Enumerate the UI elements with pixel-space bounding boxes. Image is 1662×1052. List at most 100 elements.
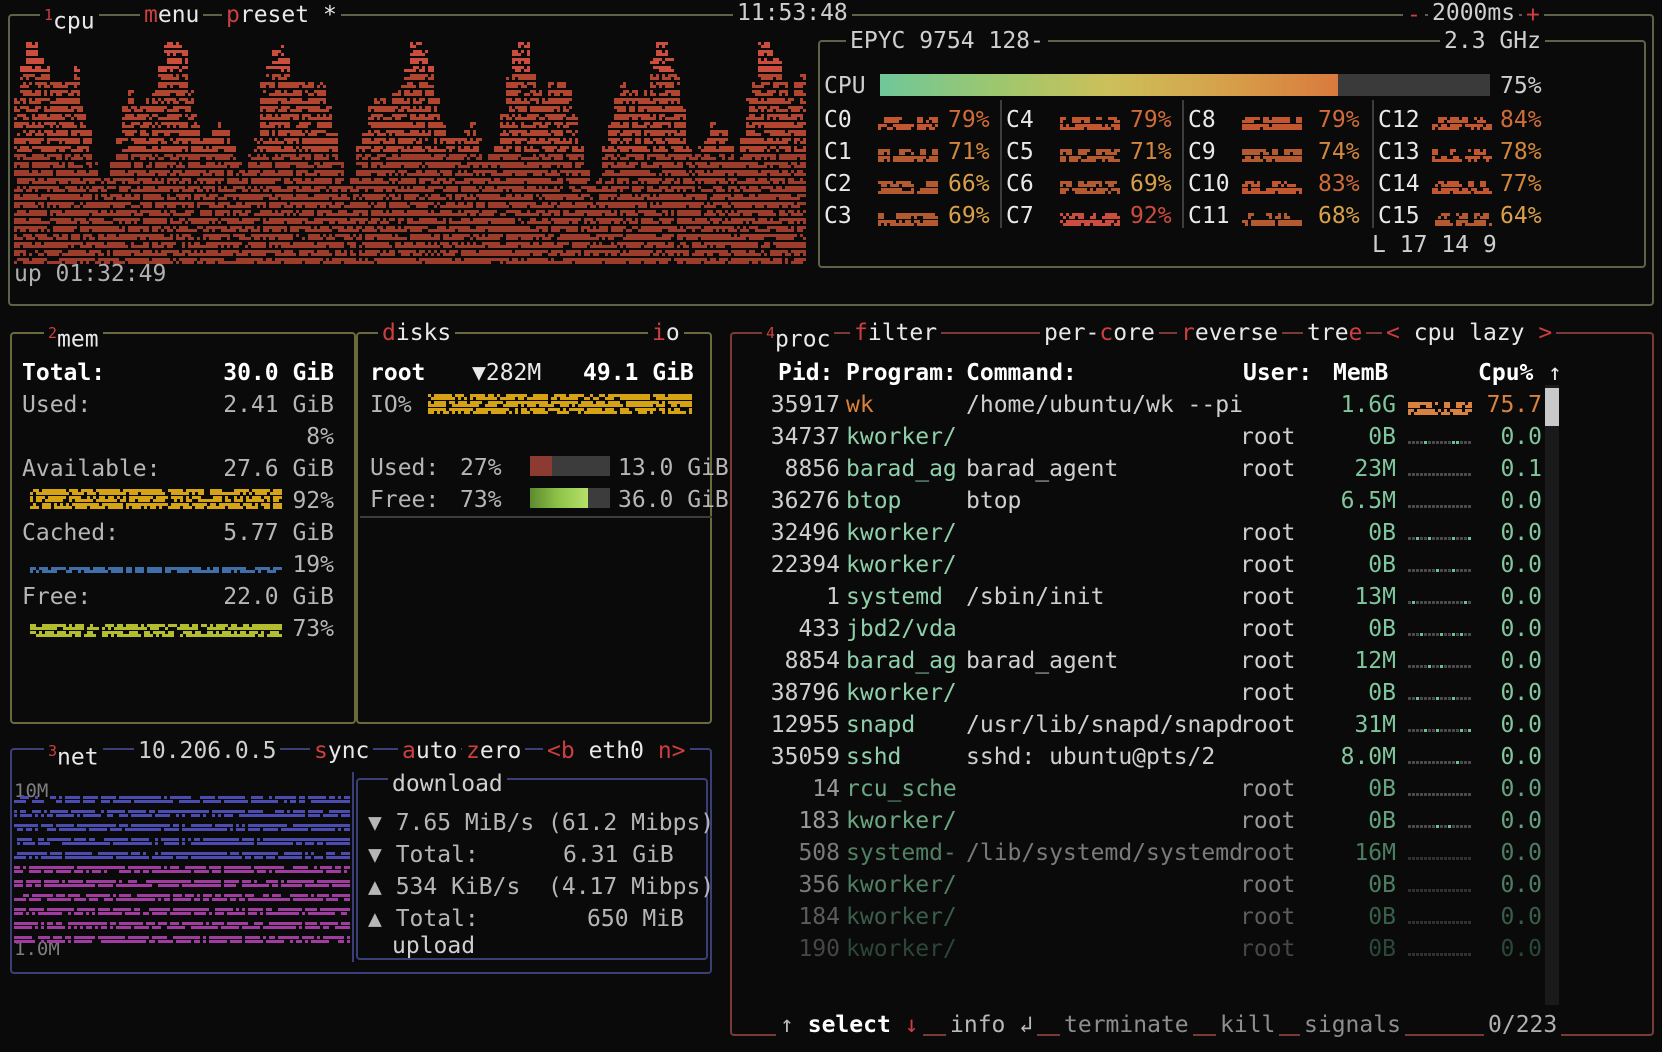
proc-panel-title[interactable]: 4proc — [762, 322, 835, 352]
cpu-core-graph-c14 — [1432, 174, 1494, 194]
cpu-panel-title[interactable]: 1cpu — [40, 4, 99, 34]
disks-io-toggle[interactable]: io — [648, 322, 684, 345]
proc-mem: 6.5M — [1340, 488, 1396, 514]
proc-cpu-percent: 0.0 — [1500, 904, 1542, 930]
proc-pid: 34737 — [770, 424, 840, 450]
cpu-core-label-c0: C0 — [824, 107, 852, 133]
proc-program: kworker/ — [846, 680, 957, 706]
net-download-label: download — [388, 773, 507, 796]
proc-program: snapd — [846, 712, 916, 738]
proc-cpu-percent: 75.7 — [1486, 392, 1542, 418]
proc-command: /home/ubuntu/wk --pi — [966, 392, 1243, 418]
cpu-preset-button[interactable]: preset * — [222, 4, 341, 27]
net-download-rate: ▼ 7.65 MiB/s (61.2 Mibps) — [368, 810, 715, 836]
cpu-core-percent-c0: 79% — [948, 107, 990, 133]
proc-tree-toggle[interactable]: tree — [1303, 322, 1367, 345]
net-sync-button[interactable]: sync — [310, 740, 374, 763]
net-auto-button[interactable]: auto — [398, 740, 462, 763]
cpu-core-label-c1: C1 — [824, 139, 852, 165]
proc-scrollbar-thumb[interactable] — [1545, 388, 1559, 426]
proc-pid: 433 — [798, 616, 840, 642]
cpu-menu-button[interactable]: menu — [140, 4, 204, 27]
proc-footer-terminate[interactable]: terminate — [1060, 1014, 1193, 1037]
cpu-core-percent-c6: 69% — [1130, 171, 1172, 197]
cpu-core-label-c8: C8 — [1188, 107, 1216, 133]
proc-mem: 0B — [1368, 552, 1396, 578]
proc-cpu-percent: 0.0 — [1500, 840, 1542, 866]
proc-scrollbar-track[interactable] — [1545, 385, 1559, 1005]
disk-free-percent: 73% — [460, 487, 502, 513]
proc-cpu-percent: 0.0 — [1500, 744, 1542, 770]
proc-cpu-graph — [1408, 907, 1472, 927]
cpu-core-label-c4: C4 — [1006, 107, 1034, 133]
proc-header-pid[interactable]: Pid: — [778, 357, 833, 389]
cpu-core-percent-c14: 77% — [1500, 171, 1542, 197]
proc-mem: 0B — [1368, 872, 1396, 898]
proc-header-command[interactable]: Command: — [966, 357, 1077, 389]
proc-mem: 12M — [1354, 648, 1396, 674]
proc-cpu-graph — [1408, 459, 1472, 479]
proc-mem: 0B — [1368, 936, 1396, 962]
cpu-core-percent-c9: 74% — [1318, 139, 1360, 165]
proc-cpu-graph — [1408, 587, 1472, 607]
proc-footer-signals[interactable]: signals — [1300, 1014, 1405, 1037]
net-download-total-value: 6.31 GiB — [563, 842, 674, 868]
mem-row-value-3: 5.77 GiB — [223, 520, 334, 546]
proc-header-mem[interactable]: MemB — [1333, 357, 1388, 389]
proc-cpu-graph — [1408, 619, 1472, 639]
proc-cpu-graph — [1408, 491, 1472, 511]
proc-cpu-percent: 0.0 — [1500, 552, 1542, 578]
proc-footer-info[interactable]: info ↲ — [946, 1014, 1038, 1037]
proc-pid: 184 — [798, 904, 840, 930]
proc-cpu-graph — [1408, 779, 1472, 799]
proc-per-core-toggle[interactable]: per-core — [1040, 322, 1159, 345]
proc-sort-selector[interactable]: < cpu lazy > — [1382, 322, 1557, 345]
mem-row-percent-4: 73% — [292, 616, 334, 642]
proc-mem: 0B — [1368, 808, 1396, 834]
proc-footer-select[interactable]: ↑ select ↓ — [776, 1014, 923, 1037]
proc-reverse-toggle[interactable]: reverse — [1177, 322, 1282, 345]
cpu-core-label-c5: C5 — [1006, 139, 1034, 165]
proc-cpu-graph — [1408, 683, 1472, 703]
proc-header-cpu[interactable]: Cpu% — [1478, 357, 1533, 389]
proc-program: kworker/ — [846, 424, 957, 450]
proc-filter-button[interactable]: filter — [850, 322, 942, 345]
proc-mem: 16M — [1354, 840, 1396, 866]
proc-user: root — [1240, 840, 1296, 866]
cpu-core-label-c7: C7 — [1006, 203, 1034, 229]
proc-footer-kill[interactable]: kill — [1216, 1014, 1280, 1037]
mem-panel-title[interactable]: 2mem — [44, 322, 103, 352]
proc-cpu-percent: 0.0 — [1500, 488, 1542, 514]
disk-free-bar — [530, 488, 610, 508]
proc-header-program[interactable]: Program: — [846, 357, 957, 389]
proc-cpu-graph — [1408, 843, 1472, 863]
cpu-core-graph-c2 — [878, 174, 940, 194]
cpu-core-percent-c3: 69% — [948, 203, 990, 229]
cpu-core-graph-c4 — [1060, 110, 1122, 130]
cpu-load-average: L 17 14 9 — [1372, 232, 1497, 258]
update-interval-decrease-button[interactable]: - — [1403, 4, 1425, 27]
update-interval-increase-button[interactable]: + — [1522, 4, 1544, 27]
proc-pid: 35059 — [770, 744, 840, 770]
disk-io-rate: ▼282M — [472, 360, 542, 386]
cpu-core-graph-c15 — [1432, 206, 1494, 226]
net-panel-title[interactable]: 3net — [44, 740, 103, 770]
cpu-core-graph-c12 — [1432, 110, 1494, 130]
proc-cpu-graph — [1408, 427, 1472, 447]
cpu-core-percent-c11: 68% — [1318, 203, 1360, 229]
cpu-core-label-c10: C10 — [1188, 171, 1230, 197]
cpu-core-percent-c7: 92% — [1130, 203, 1172, 229]
proc-user: root — [1240, 520, 1296, 546]
proc-cpu-percent: 0.0 — [1500, 584, 1542, 610]
cpu-core-label-c15: C15 — [1378, 203, 1420, 229]
net-zero-button[interactable]: zero — [462, 740, 526, 763]
disks-panel-title[interactable]: disks — [378, 322, 456, 345]
cpu-total-label: CPU — [824, 73, 866, 99]
cpu-core-label-c11: C11 — [1188, 203, 1230, 229]
net-interface-selector[interactable]: <b eth0 n> — [543, 740, 690, 763]
proc-header-user[interactable]: User: — [1243, 357, 1312, 389]
cpu-core-percent-c12: 84% — [1500, 107, 1542, 133]
proc-program: sshd — [846, 744, 902, 770]
mem-row-value-4: 22.0 GiB — [223, 584, 334, 610]
cpu-core-graph-c0 — [878, 110, 940, 130]
